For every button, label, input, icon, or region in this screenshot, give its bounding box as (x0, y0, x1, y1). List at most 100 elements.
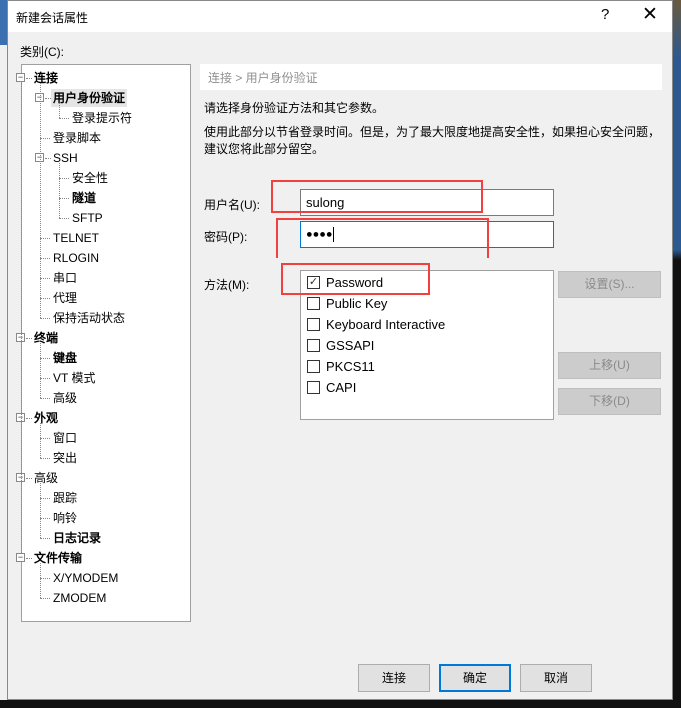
tree-item[interactable]: 日志记录 (53, 529, 101, 547)
tree-connector (40, 483, 41, 538)
connect-button[interactable]: 连接 (358, 664, 430, 692)
tree-connector (26, 78, 32, 79)
highlight-password (276, 218, 489, 258)
tree-connector (40, 278, 50, 279)
ok-button[interactable]: 确定 (439, 664, 511, 692)
tree-connector (26, 558, 32, 559)
checkbox-icon[interactable] (307, 360, 320, 373)
method-option-label: GSSAPI (326, 338, 375, 353)
checkbox-icon[interactable] (307, 318, 320, 331)
method-option[interactable]: GSSAPI (307, 338, 374, 353)
background-bar (0, 700, 681, 708)
tree-connector (40, 538, 50, 539)
tree-item[interactable]: SFTP (72, 209, 103, 227)
tree-connector (59, 118, 69, 119)
method-option-label: PKCS11 (326, 359, 375, 374)
breadcrumb: 连接 > 用户身份验证 (200, 64, 662, 90)
tree-item[interactable]: 响铃 (53, 509, 77, 527)
tree-connector (40, 258, 50, 259)
move-down-button[interactable]: 下移(D) (558, 388, 661, 415)
tree-item[interactable]: 高级 (34, 469, 58, 487)
tree-item[interactable]: 突出 (53, 449, 77, 467)
username-label: 用户名(U): (204, 198, 260, 212)
category-label: 类别(C): (20, 45, 64, 59)
tree-connector (40, 358, 50, 359)
tree-connector (45, 98, 51, 99)
session-properties-dialog: 新建会话属性 ? ✕ 类别(C): 连接 − 用户身份验证 − 登录提示符 登录脚本 SSH… (7, 0, 673, 700)
tree-connector (59, 178, 69, 179)
description-1: 请选择身份验证方法和其它参数。 (204, 101, 385, 115)
tree-connector (40, 438, 50, 439)
checkbox-icon[interactable] (307, 339, 320, 352)
tree-connector (59, 198, 69, 199)
tree-connector (59, 218, 69, 219)
tree-connector (40, 498, 50, 499)
tree-connector (40, 138, 50, 139)
tree-connector (40, 238, 50, 239)
tree-item[interactable]: RLOGIN (53, 249, 99, 267)
tree-item[interactable]: TELNET (53, 229, 99, 247)
tree-item[interactable]: 串口 (53, 269, 77, 287)
tree-connector (40, 458, 50, 459)
tree-item[interactable]: 键盘 (53, 349, 77, 367)
tree-connector (59, 163, 60, 218)
tree-item[interactable]: 窗口 (53, 429, 77, 447)
tree-connector (26, 338, 32, 339)
tree-item[interactable]: 文件传输 (34, 549, 82, 567)
tree-connector (40, 398, 50, 399)
checkbox-icon[interactable] (307, 381, 320, 394)
tree-connector (40, 578, 50, 579)
tree-connector (26, 478, 32, 479)
tree-connector (40, 518, 50, 519)
method-option[interactable]: Keyboard Interactive (307, 317, 445, 332)
tree-item[interactable]: 隧道 (72, 189, 96, 207)
tree-item[interactable]: 高级 (53, 389, 77, 407)
tree-item[interactable]: 跟踪 (53, 489, 77, 507)
tree-connector (40, 318, 50, 319)
category-tree[interactable]: 连接 − 用户身份验证 − 登录提示符 登录脚本 SSH − 安全性 隧道 SFTP TELNET RL… (16, 64, 191, 622)
cancel-button[interactable]: 取消 (520, 664, 592, 692)
tree-connector (40, 83, 41, 318)
tree-item[interactable]: SSH (53, 149, 78, 167)
tree-item[interactable]: 保持活动状态 (53, 309, 125, 327)
tree-item[interactable]: 终端 (34, 329, 58, 347)
method-option[interactable]: Public Key (307, 296, 387, 311)
tree-connector (40, 298, 50, 299)
highlight-username (271, 180, 483, 213)
tree-item[interactable]: X/YMODEM (53, 569, 118, 587)
password-label: 密码(P): (204, 230, 248, 244)
title-bar: 新建会话属性 ? ✕ (8, 1, 672, 32)
method-option-label: Public Key (326, 296, 388, 311)
move-up-button[interactable]: 上移(U) (558, 352, 661, 379)
tree-item[interactable]: 连接 (34, 69, 58, 87)
tree-connector (40, 598, 50, 599)
tree-connector (21, 83, 22, 553)
highlight-password-method (281, 263, 430, 295)
close-button[interactable]: ✕ (642, 3, 658, 26)
tree-connector (45, 158, 51, 159)
tree-connector (40, 423, 41, 458)
tree-item[interactable]: 代理 (53, 289, 77, 307)
collapse-toggle-icon[interactable]: − (16, 553, 25, 562)
settings-button[interactable]: 设置(S)... (558, 271, 661, 298)
tree-item[interactable]: VT 模式 (53, 369, 95, 387)
method-option[interactable]: CAPI (307, 380, 356, 395)
tree-connector (59, 103, 60, 118)
tree-item[interactable]: 登录脚本 (53, 129, 101, 147)
help-button[interactable]: ? (601, 6, 609, 23)
tree-item[interactable]: 用户身份验证 (51, 89, 128, 107)
tree-item[interactable]: 安全性 (72, 169, 108, 187)
tree-connector (40, 378, 50, 379)
description-3: 建议您将此部分留空。 (204, 142, 325, 156)
tree-item[interactable]: 外观 (34, 409, 58, 427)
checkbox-icon[interactable] (307, 297, 320, 310)
tree-connector (40, 343, 41, 398)
description-2: 使用此部分以节省登录时间。但是，为了最大限度地提高安全性，如果担心安全问题， (204, 125, 661, 139)
collapse-toggle-icon[interactable]: − (16, 73, 25, 82)
tree-connector (40, 563, 41, 598)
tree-item[interactable]: ZMODEM (53, 589, 106, 607)
method-option[interactable]: PKCS11 (307, 359, 375, 374)
method-option-label: Keyboard Interactive (326, 317, 446, 332)
method-label: 方法(M): (204, 278, 250, 292)
tree-item[interactable]: 登录提示符 (72, 109, 132, 127)
